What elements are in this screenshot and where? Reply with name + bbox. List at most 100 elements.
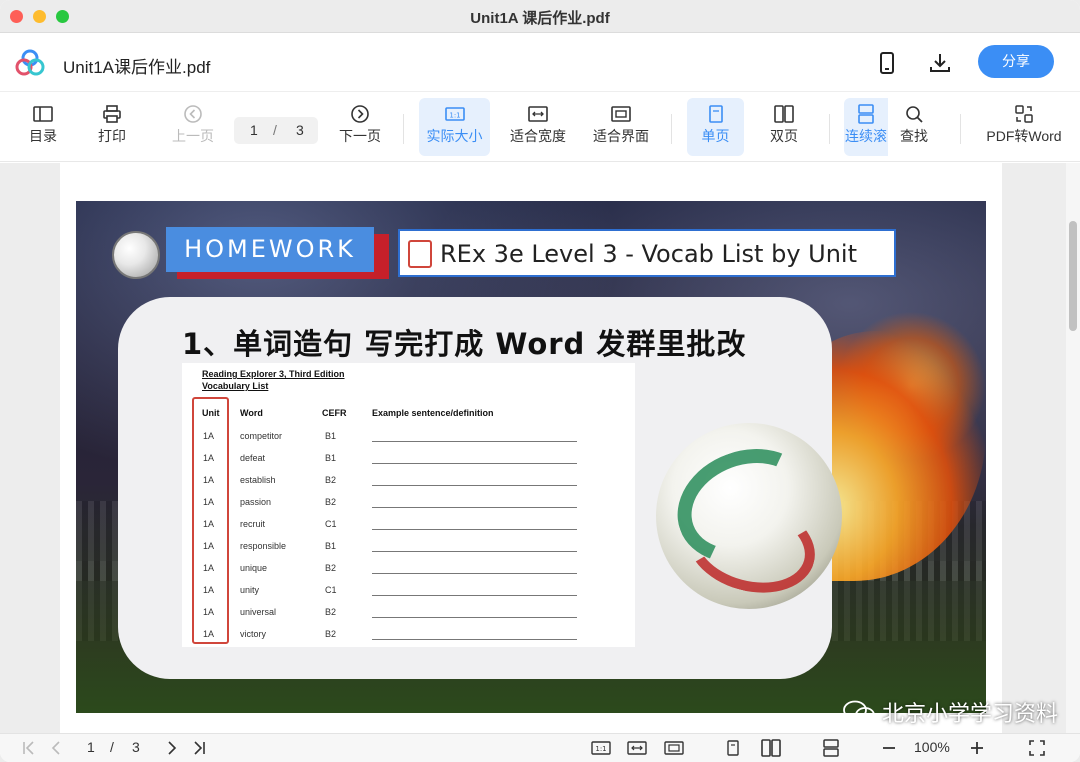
homework-banner: HOMEWORK xyxy=(166,227,374,272)
find-label: 查找 xyxy=(900,128,928,144)
fit-width-label: 适合宽度 xyxy=(510,128,566,144)
fit-width-button[interactable]: 适合宽度 xyxy=(502,98,574,156)
prev-page-label: 上一页 xyxy=(172,128,214,144)
minus-icon xyxy=(883,747,895,749)
row-unit: 1A xyxy=(203,475,215,485)
fullscreen-icon xyxy=(1029,740,1045,756)
fit-page-icon xyxy=(664,741,684,755)
row-word: establish xyxy=(240,475,276,485)
last-page-button[interactable] xyxy=(190,739,208,757)
convert-icon xyxy=(1015,105,1033,123)
vocab-title: REx 3e Level 3 - Vocab List by Unit xyxy=(440,240,858,268)
double-page-button[interactable]: 双页 xyxy=(757,98,811,156)
row-word: unique xyxy=(240,563,268,573)
header-example: Example sentence/definition xyxy=(372,408,494,418)
row-word: responsible xyxy=(240,541,287,551)
wechat-icon xyxy=(843,700,875,723)
page-separator: / xyxy=(273,122,277,138)
print-label: 打印 xyxy=(98,128,126,144)
answer-line xyxy=(372,595,577,596)
answer-line xyxy=(372,463,577,464)
homework-slide-image: HOMEWORK REx 3e Level 3 - Vocab List by … xyxy=(76,201,986,713)
continuous-scroll-label: 连续滚 xyxy=(845,128,887,144)
sidebar-toc-icon xyxy=(33,106,53,122)
fit-page-button[interactable]: 适合界面 xyxy=(585,98,657,156)
toolbar-divider xyxy=(829,114,830,144)
status-current-page[interactable]: 1 xyxy=(87,739,95,757)
actual-size-label: 实际大小 xyxy=(426,128,483,144)
single-page-icon xyxy=(727,740,739,756)
window-title: Unit1A 课后作业.pdf xyxy=(470,10,610,27)
answer-line xyxy=(372,617,577,618)
status-single-page-button[interactable] xyxy=(724,739,742,757)
row-word: competitor xyxy=(240,431,283,441)
status-fit-page-button[interactable] xyxy=(663,739,685,757)
status-next-page-button[interactable] xyxy=(162,739,180,757)
slide-heading: 1、单词造句 写完打成 Word 发群里批改 xyxy=(182,327,747,361)
watermark: 北京小学学习资料 xyxy=(842,696,1058,728)
zoom-in-button[interactable] xyxy=(968,739,986,757)
vertical-scrollbar[interactable] xyxy=(1066,163,1080,733)
status-actual-size-button[interactable]: 1:1 xyxy=(590,739,612,757)
row-cefr: C1 xyxy=(325,519,337,529)
next-page-button[interactable]: 下一页 xyxy=(334,98,386,156)
first-page-icon xyxy=(23,741,34,755)
row-word: unity xyxy=(240,585,260,595)
watermark-text: 北京小学学习资料 xyxy=(882,701,1059,726)
chevron-left-circle-icon xyxy=(184,105,202,123)
mobile-phone-icon[interactable] xyxy=(874,50,900,76)
single-page-button[interactable]: 单页 xyxy=(687,98,744,156)
sheet-title-line1: Reading Explorer 3, Third Edition xyxy=(202,369,345,379)
fullscreen-button[interactable] xyxy=(1028,739,1046,757)
document-viewport[interactable]: HOMEWORK REx 3e Level 3 - Vocab List by … xyxy=(0,163,1080,733)
actual-size-icon: 1:1 xyxy=(591,741,611,755)
soccer-ball-icon xyxy=(112,231,160,279)
share-button[interactable]: 分享 xyxy=(978,45,1054,78)
total-pages-value: 3 xyxy=(296,122,304,138)
title-bar: Unit1A 课后作业.pdf xyxy=(0,0,1080,33)
status-page-separator: / xyxy=(110,739,114,755)
answer-line xyxy=(372,507,577,508)
vocabulary-sheet: Reading Explorer 3, Third Edition Vocabu… xyxy=(182,363,635,647)
toolbar: 目录 打印 上一页 1 / 3 下一页 1:1 实际大小 适合宽度 适合界面 单… xyxy=(0,92,1080,162)
double-page-icon xyxy=(761,739,781,757)
svg-text:1:1: 1:1 xyxy=(595,745,606,753)
row-cefr: B1 xyxy=(325,453,337,463)
app-header: Unit1A课后作业.pdf 分享 xyxy=(0,34,1080,92)
answer-line xyxy=(372,573,577,574)
status-fit-width-button[interactable] xyxy=(626,739,648,757)
status-double-page-button[interactable] xyxy=(760,739,782,757)
pdf-page: HOMEWORK REx 3e Level 3 - Vocab List by … xyxy=(60,163,1058,733)
zoom-out-button[interactable] xyxy=(880,739,898,757)
status-bar: 1 / 3 1:1 100% xyxy=(0,733,1080,762)
single-page-icon xyxy=(708,105,723,123)
row-cefr: B2 xyxy=(325,475,337,485)
row-word: defeat xyxy=(240,453,266,463)
continuous-scroll-button[interactable]: 连续滚 xyxy=(844,98,888,156)
row-cefr: B1 xyxy=(325,541,337,551)
download-icon[interactable] xyxy=(927,50,953,76)
status-continuous-button[interactable] xyxy=(820,739,842,757)
status-total-pages: 3 xyxy=(132,739,140,755)
scrollbar-thumb[interactable] xyxy=(1069,221,1077,331)
printer-icon xyxy=(103,105,121,123)
print-button[interactable]: 打印 xyxy=(87,98,137,156)
toc-button[interactable]: 目录 xyxy=(18,98,68,156)
pdf-to-word-button[interactable]: PDF转Word xyxy=(982,98,1066,156)
answer-line xyxy=(372,485,577,486)
zoom-level[interactable]: 100% xyxy=(914,739,950,757)
app-logo-icon xyxy=(15,49,45,76)
chevron-left-icon xyxy=(51,741,60,755)
vocab-title-banner: REx 3e Level 3 - Vocab List by Unit xyxy=(398,229,896,277)
page-number-input[interactable]: 1 / 3 xyxy=(234,117,318,144)
find-button[interactable]: 查找 xyxy=(890,98,938,156)
actual-size-button[interactable]: 1:1 实际大小 xyxy=(419,98,490,156)
plus-icon xyxy=(971,742,983,754)
first-page-button[interactable] xyxy=(20,739,38,757)
last-page-icon xyxy=(194,741,205,755)
status-prev-page-button[interactable] xyxy=(48,739,66,757)
fit-page-label: 适合界面 xyxy=(593,128,649,144)
prev-page-button[interactable]: 上一页 xyxy=(166,98,220,156)
answer-line xyxy=(372,639,577,640)
row-unit: 1A xyxy=(203,453,215,463)
